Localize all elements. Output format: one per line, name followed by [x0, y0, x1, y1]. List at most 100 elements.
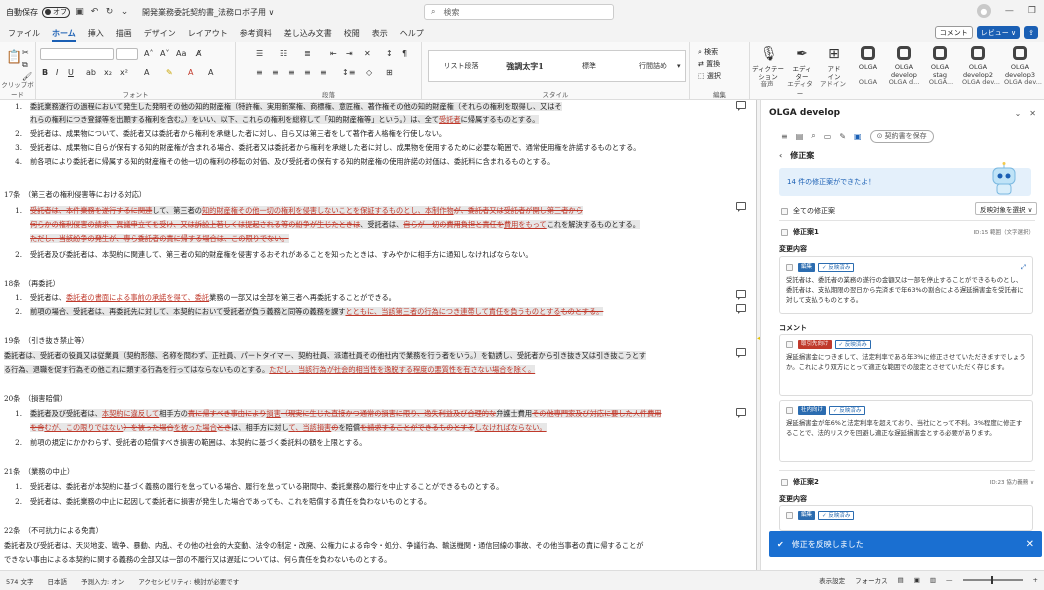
font-name-select[interactable] [40, 48, 114, 60]
web-layout-icon[interactable]: ▥ [930, 576, 936, 584]
font-color-icon[interactable]: A [188, 68, 193, 77]
menu-home[interactable]: ホーム [52, 28, 76, 42]
olga-stag-button[interactable]: OLGA stag [922, 46, 958, 79]
menu-file[interactable]: ファイル [8, 28, 40, 39]
olga-develop-button[interactable]: OLGA develop [886, 46, 922, 79]
checkbox-icon[interactable] [786, 263, 793, 271]
menu-mailings[interactable]: 差し込み文書 [284, 28, 332, 39]
font-size-select[interactable] [116, 48, 138, 60]
char-shading-icon[interactable]: A [208, 68, 213, 77]
menu-review[interactable]: 校閲 [344, 28, 360, 39]
proposal-row[interactable]: 修正案1 [781, 227, 819, 237]
panel-divider[interactable] [756, 100, 757, 570]
checkbox-icon[interactable] [786, 512, 793, 519]
menu-references[interactable]: 参考資料 [240, 28, 272, 39]
addins-button[interactable]: ⊞ アド イン [816, 46, 852, 81]
styles-expand-icon[interactable]: ▾ [677, 62, 681, 70]
display-settings[interactable]: 表示設定 [819, 575, 845, 585]
save-contract-button[interactable]: ⊙ 契約書を保存 [869, 129, 934, 143]
share-button[interactable]: ⇪ [1024, 26, 1038, 39]
minimize-icon[interactable]: — [1005, 6, 1014, 16]
olga-button[interactable]: OLGA [850, 46, 886, 71]
focus-mode[interactable]: フォーカス [855, 575, 888, 585]
find-item[interactable]: ⌕ 検索 [698, 46, 721, 58]
subscript-icon[interactable]: x₂ [104, 68, 112, 77]
editor-button[interactable]: ✒ エディ ター [784, 46, 820, 81]
style-normal[interactable]: 標準 [557, 61, 621, 71]
close-icon[interactable]: ✕ [1029, 109, 1036, 118]
print-layout-icon[interactable]: ▣ [914, 576, 920, 584]
menu-view[interactable]: 表示 [372, 28, 388, 39]
case-icon[interactable]: Aa [176, 49, 186, 58]
paste-icon[interactable]: 📋 [6, 50, 22, 65]
sort-icon[interactable]: ↕ [386, 49, 393, 58]
shrink-font-icon[interactable]: A˅ [160, 49, 169, 58]
read-mode-icon[interactable]: ▤ [898, 576, 904, 584]
proposal-row[interactable]: 修正案2 [781, 477, 819, 487]
more-icon[interactable]: ⌄ [119, 7, 130, 18]
zoom-out-icon[interactable]: — [946, 576, 953, 584]
back-chevron-icon[interactable]: ‹ [779, 151, 782, 160]
text-effect-icon[interactable]: A [144, 68, 149, 77]
select-item[interactable]: ⬚ 選択 [698, 70, 721, 82]
save-icon[interactable]: ▣ [74, 7, 85, 18]
clear-format-icon[interactable]: A̸ [196, 49, 201, 58]
style-strong[interactable]: 強調太字1 [493, 61, 557, 72]
book-icon[interactable]: ▭ [824, 132, 832, 141]
cut-icon[interactable]: ✂ [22, 48, 29, 57]
search-icon[interactable]: ⌕ [811, 131, 815, 141]
document-icon[interactable]: ▤ [796, 132, 804, 141]
select-all-row[interactable]: 全ての修正案 [781, 206, 835, 216]
comment-button[interactable]: コメント [934, 26, 973, 39]
text-direction-icon[interactable]: ✕ [364, 49, 371, 58]
menu-draw[interactable]: 描画 [116, 28, 132, 39]
reflect-target-select[interactable]: 反映対象を選択 ∨ [975, 202, 1038, 215]
comment-icon[interactable] [736, 290, 746, 300]
restore-icon[interactable]: ❐ [1028, 6, 1036, 16]
language[interactable]: 日本語 [47, 576, 67, 586]
highlight-icon[interactable]: ✎ [166, 68, 173, 77]
comment-icon[interactable] [736, 348, 746, 358]
line-spacing-icon[interactable]: ↕≡ [342, 68, 355, 77]
comment-icon[interactable] [736, 101, 746, 111]
strike-icon[interactable]: ab [86, 68, 96, 77]
olga-develop3-button[interactable]: OLGA develop3 [1002, 46, 1038, 79]
zoom-in-icon[interactable]: + [1033, 576, 1038, 584]
avatar[interactable]: ● [976, 4, 991, 18]
align-center-icon[interactable]: ≡ [272, 68, 279, 77]
bold-icon[interactable]: B [42, 68, 48, 77]
chevron-down-icon[interactable]: ⌄ [1015, 109, 1022, 118]
review-button[interactable]: レビュー ∨ [976, 26, 1021, 39]
menu-icon[interactable]: ≡ [781, 132, 788, 141]
style-no-spacing[interactable]: 行間詰め [621, 61, 685, 71]
close-icon[interactable]: ✕ [1026, 539, 1034, 550]
expand-icon[interactable]: ⤢ [1021, 262, 1026, 272]
word-count[interactable]: 574 文字 [6, 576, 33, 586]
show-marks-icon[interactable]: ¶ [402, 49, 407, 58]
menu-layout[interactable]: レイアウト [188, 28, 228, 39]
menu-design[interactable]: デザイン [144, 28, 176, 39]
zoom-slider[interactable] [962, 576, 1023, 584]
document-canvas[interactable]: 1. 委託業務遂行の過程において発生した発明その他の知的財産権（特許権、実用新案権… [0, 100, 756, 570]
multilevel-icon[interactable]: ≣ [304, 49, 311, 58]
edit-icon[interactable]: ✎ [839, 132, 846, 141]
checkbox-icon[interactable] [786, 341, 793, 348]
superscript-icon[interactable]: x² [120, 68, 128, 77]
increase-indent-icon[interactable]: ⇥ [346, 49, 353, 58]
underline-icon[interactable]: U [68, 68, 74, 77]
decrease-indent-icon[interactable]: ⇤ [330, 49, 337, 58]
document-title[interactable]: 開発業務委託契約書_法務ロボ子用 ∨ [142, 7, 274, 18]
comment-icon[interactable] [736, 202, 746, 212]
copy-icon[interactable]: ⧉ [22, 60, 28, 70]
comment-icon[interactable] [736, 304, 746, 314]
align-right-icon[interactable]: ≡ [288, 68, 295, 77]
italic-icon[interactable]: I [56, 68, 58, 77]
menu-insert[interactable]: 挿入 [88, 28, 104, 39]
shading-icon[interactable]: ◇ [366, 68, 372, 77]
redo-icon[interactable]: ↻ [104, 7, 115, 18]
align-left-icon[interactable]: ≡ [256, 68, 263, 77]
olga-develop2-button[interactable]: OLGA develop2 [960, 46, 996, 79]
undo-icon[interactable]: ↶ [89, 7, 100, 18]
search-input[interactable]: ⌕ 検索 [424, 4, 614, 20]
proposals-icon[interactable]: ▣ [854, 132, 862, 141]
